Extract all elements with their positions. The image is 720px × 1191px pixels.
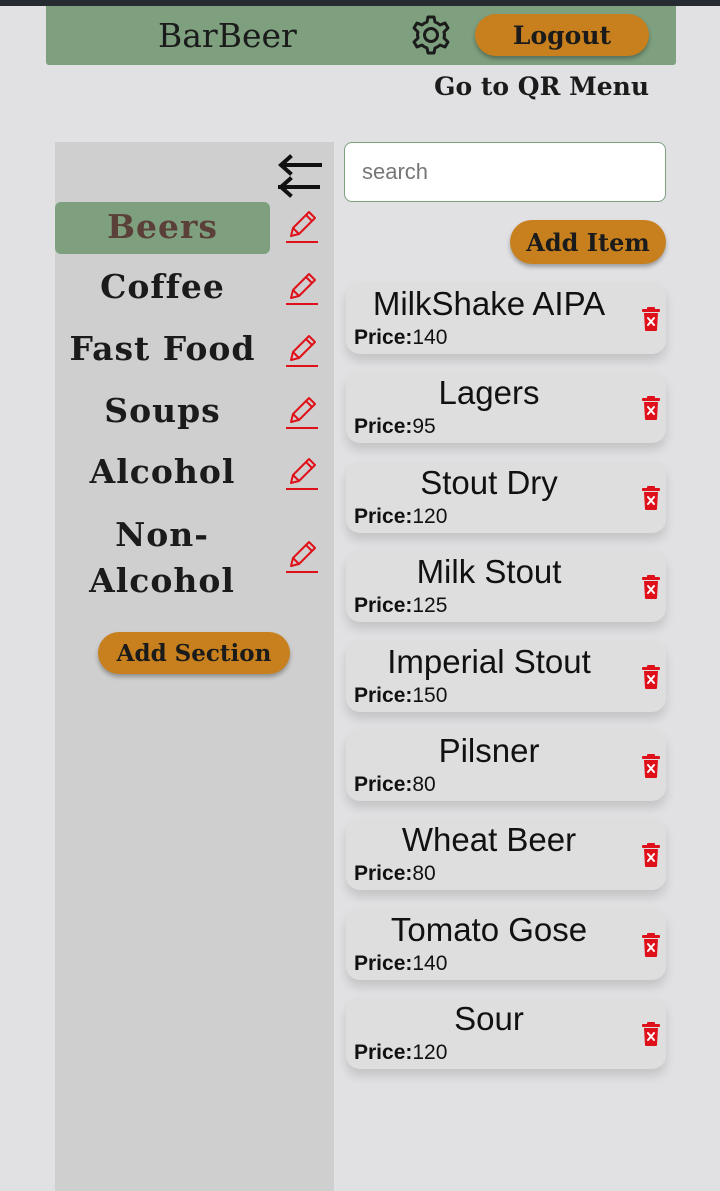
price-label: Price: [354, 773, 413, 796]
price-label: Price: [354, 1041, 413, 1064]
trash-icon[interactable] [640, 395, 662, 421]
item-card[interactable]: Stout Dry Price:120 [346, 461, 666, 533]
item-name: Imperial Stout [387, 643, 591, 680]
trash-icon[interactable] [640, 306, 662, 332]
price-value: 95 [412, 415, 436, 438]
price-label: Price: [354, 505, 413, 528]
trash-icon[interactable] [640, 842, 662, 868]
trash-icon[interactable] [640, 485, 662, 511]
price-label: Price: [354, 684, 413, 707]
item-card[interactable]: Tomato Gose Price:140 [346, 908, 666, 980]
app-title: BarBeer [158, 16, 297, 55]
logout-button[interactable]: Logout [475, 14, 649, 56]
trash-icon[interactable] [640, 574, 662, 600]
trash-icon[interactable] [640, 932, 662, 958]
item-card[interactable]: MilkShake AIPA Price:140 [346, 282, 666, 354]
price-value: 140 [412, 952, 448, 975]
price-value: 80 [412, 773, 436, 796]
price-value: 80 [412, 862, 436, 885]
section-coffee[interactable]: Coffee [55, 264, 270, 310]
item-price: Price:140 [354, 326, 447, 350]
price-label: Price: [354, 952, 413, 975]
price-value: 120 [412, 1041, 448, 1064]
item-name: MilkShake AIPA [372, 285, 606, 322]
app-header: BarBeer Logout [46, 6, 676, 65]
item-name: Stout Dry [420, 464, 558, 501]
pencil-icon[interactable] [284, 208, 320, 244]
trash-icon[interactable] [640, 753, 662, 779]
item-name: Milk Stout [416, 553, 562, 590]
price-label: Price: [354, 594, 413, 617]
section-non-alcohol[interactable]: Non-Alcohol [47, 512, 277, 604]
section-soups[interactable]: Soups [55, 388, 270, 434]
qr-menu-link[interactable]: Go to QR Menu [434, 72, 649, 101]
item-price: Price:80 [354, 773, 436, 797]
section-alcohol[interactable]: Alcohol [55, 449, 270, 495]
price-label: Price: [354, 862, 413, 885]
section-beers[interactable]: Beers [55, 202, 270, 254]
item-name: Pilsner [438, 732, 540, 769]
swap-arrows-icon[interactable] [276, 154, 324, 198]
item-name: Tomato Gose [390, 911, 588, 948]
price-label: Price: [354, 326, 413, 349]
item-name: Lagers [438, 374, 540, 411]
item-name: Sour [454, 1000, 524, 1037]
pencil-icon[interactable] [284, 455, 320, 491]
search-input[interactable] [344, 142, 666, 202]
add-section-button[interactable]: Add Section [98, 632, 290, 674]
item-price: Price:120 [354, 1041, 447, 1065]
item-card[interactable]: Lagers Price:95 [346, 371, 666, 443]
pencil-icon[interactable] [284, 270, 320, 306]
item-price: Price:125 [354, 594, 447, 618]
item-card[interactable]: Wheat Beer Price:80 [346, 818, 666, 890]
item-price: Price:95 [354, 415, 436, 439]
item-card[interactable]: Sour Price:120 [346, 997, 666, 1069]
trash-icon[interactable] [640, 664, 662, 690]
add-item-button[interactable]: Add Item [510, 220, 666, 264]
item-price: Price:150 [354, 684, 447, 708]
item-price: Price:80 [354, 862, 436, 886]
section-fast-food[interactable]: Fast Food [55, 326, 270, 372]
trash-icon[interactable] [640, 1021, 662, 1047]
gear-icon[interactable] [408, 13, 454, 59]
pencil-icon[interactable] [284, 394, 320, 430]
price-value: 140 [412, 326, 448, 349]
item-card[interactable]: Imperial Stout Price:150 [346, 640, 666, 712]
item-name: Wheat Beer [401, 821, 577, 858]
item-price: Price:120 [354, 505, 447, 529]
sections-sidebar: Beers Coffee Fast Food Soups Alcohol Non… [55, 142, 334, 1191]
pencil-icon[interactable] [284, 332, 320, 368]
price-value: 120 [412, 505, 448, 528]
item-price: Price:140 [354, 952, 447, 976]
price-label: Price: [354, 415, 413, 438]
item-card[interactable]: Pilsner Price:80 [346, 729, 666, 801]
price-value: 125 [412, 594, 448, 617]
pencil-icon[interactable] [284, 538, 320, 574]
item-card[interactable]: Milk Stout Price:125 [346, 550, 666, 622]
price-value: 150 [412, 684, 448, 707]
